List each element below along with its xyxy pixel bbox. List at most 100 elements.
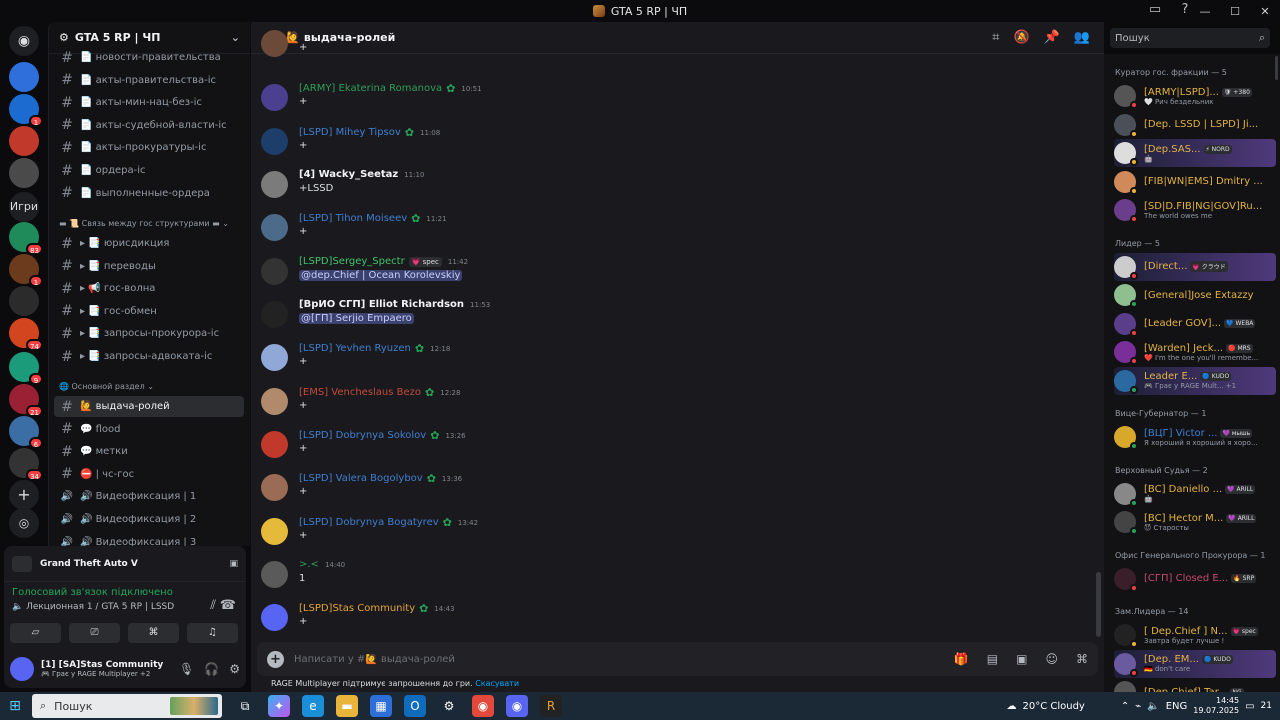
discord-taskbar-icon[interactable]: ◉ bbox=[506, 695, 528, 717]
server-icon[interactable]: 6 bbox=[9, 416, 43, 449]
member-item[interactable]: [СГП] Closed E... 🔥 SRP bbox=[1114, 565, 1276, 593]
avatar[interactable] bbox=[261, 604, 288, 631]
voice-channel[interactable]: 🔊 🔊 Видеофиксация | 1 bbox=[54, 486, 244, 507]
weather-widget[interactable]: ☁ 20°C Cloudy bbox=[1006, 701, 1084, 712]
voice-connected-label[interactable]: Голосовий зв'язок підключено bbox=[12, 587, 238, 598]
category-header[interactable]: 🌐 Основной раздел ⌄ bbox=[59, 382, 154, 391]
rage-mp-icon[interactable]: R bbox=[540, 695, 562, 717]
chat-message[interactable]: [LSPD] Dobrynya Bogatyrev ✿ 13:42 + bbox=[261, 516, 1081, 556]
chat-message[interactable]: [LSPD] Dobrynya Sokolov ✿ 13:26 + bbox=[261, 429, 1081, 469]
message-author[interactable]: [ARMY] Ekaterina Romanova bbox=[299, 83, 442, 94]
member-item[interactable]: [ Dep.Chief ] N... 💗 spec Завтра будет луч… bbox=[1114, 621, 1276, 649]
text-channel[interactable]: # 💬 flood bbox=[54, 419, 244, 440]
user-mention[interactable]: @dep.Chief | Ocean Korolevskiy bbox=[299, 270, 463, 281]
search-input[interactable] bbox=[1115, 32, 1259, 44]
maximize-button[interactable]: ☐ bbox=[1220, 5, 1250, 18]
member-item[interactable]: [General]Jose Extazzy bbox=[1114, 281, 1276, 309]
volume-icon[interactable]: 🔈 bbox=[1147, 701, 1159, 712]
discover-icon[interactable]: ◎ bbox=[9, 508, 39, 538]
cancel-link[interactable]: Скасувати bbox=[475, 679, 519, 688]
text-channel[interactable]: # ▸ 📑 гос-обмен bbox=[54, 301, 244, 322]
member-scrollbar[interactable] bbox=[1275, 56, 1278, 80]
emoji-icon[interactable]: ☺ bbox=[1045, 652, 1058, 666]
message-author[interactable]: [LSPD]Stas Community bbox=[299, 603, 415, 614]
text-channel[interactable]: # 📄 новости-правительства bbox=[54, 47, 244, 68]
server-icon[interactable]: 34 bbox=[9, 448, 43, 481]
chat-message[interactable]: [LSPD] Mihey Tipsov ✿ 11:08 + bbox=[261, 126, 1081, 166]
message-author[interactable]: [LSPD] Dobrynya Sokolov bbox=[299, 430, 426, 441]
member-item[interactable]: Leader E... 🔵 KUDO 🎮 Грає у RAGE Mult... +… bbox=[1114, 366, 1276, 395]
avatar[interactable] bbox=[261, 561, 288, 588]
server-icon[interactable] bbox=[9, 158, 39, 188]
member-item[interactable]: [Dep. LSSD | LSPD] Ji... bbox=[1114, 111, 1276, 139]
camera-button[interactable]: ▱ bbox=[10, 623, 61, 643]
text-channel[interactable]: # 📄 акты-судебной-власти-іс bbox=[54, 115, 244, 136]
member-item[interactable]: [BC] Daniello ... 💜 ARILL 🤖 bbox=[1114, 480, 1276, 508]
headphones-icon[interactable]: 🎧 bbox=[204, 662, 219, 676]
chrome-icon[interactable]: ◉ bbox=[472, 695, 494, 717]
copilot-icon[interactable]: ✦ bbox=[268, 695, 290, 717]
text-channel[interactable]: # ▸ 📑 переводы bbox=[54, 256, 244, 277]
avatar[interactable] bbox=[261, 431, 288, 458]
message-author[interactable]: >.< bbox=[299, 559, 319, 570]
member-item[interactable]: [FIB|WN|EMS] Dmitry ... bbox=[1114, 168, 1276, 196]
message-author[interactable]: [LSPD] Valera Bogolybov bbox=[299, 473, 423, 484]
member-item[interactable]: [Warden] Jeck... 🔴 MRS ❤️ I'm the one you'… bbox=[1114, 338, 1276, 366]
category-header[interactable]: ▬ 📜 Связь между гос структурами ▬ ⌄ bbox=[59, 219, 229, 228]
avatar[interactable] bbox=[261, 344, 288, 371]
avatar[interactable] bbox=[261, 214, 288, 241]
notifications-icon[interactable]: ▭ bbox=[1245, 701, 1254, 712]
chat-message[interactable]: + bbox=[261, 30, 1081, 84]
edge-icon[interactable]: e bbox=[302, 695, 324, 717]
windows-start-icon[interactable]: ⊞ bbox=[0, 698, 30, 714]
text-channel[interactable]: # 🙋 выдача-ролей bbox=[54, 396, 244, 417]
avatar[interactable] bbox=[261, 518, 288, 545]
text-channel[interactable]: # 📄 акты-правительства-іс bbox=[54, 70, 244, 91]
avatar[interactable] bbox=[261, 258, 288, 285]
discord-home-icon[interactable]: ◉ bbox=[9, 26, 39, 56]
user-mention[interactable]: @[ГП] Serjio Empaero bbox=[299, 313, 414, 324]
threads-icon[interactable]: ⌗ bbox=[992, 30, 999, 45]
server-icon[interactable]: 74 bbox=[9, 318, 43, 351]
current-user[interactable]: [1] [SA]Stas Community 🎮 Грає у RAGE Mul… bbox=[10, 654, 240, 684]
store-icon[interactable]: ▦ bbox=[370, 695, 392, 717]
add-server-icon[interactable]: + bbox=[9, 480, 39, 510]
server-icon[interactable]: 1 bbox=[9, 94, 43, 127]
avatar[interactable] bbox=[261, 128, 288, 155]
server-icon[interactable] bbox=[9, 62, 39, 92]
text-channel[interactable]: # ▸ 📢 гос-волна bbox=[54, 278, 244, 299]
server-icon[interactable] bbox=[9, 126, 39, 156]
activities-button[interactable]: ⌘ bbox=[128, 623, 179, 643]
text-channel[interactable]: # 📄 акты-мин-нац-без-іс bbox=[54, 92, 244, 113]
task-view-icon[interactable]: ⧉ bbox=[234, 695, 256, 717]
text-channel[interactable]: # 📄 акты-прокуратуры-іс bbox=[54, 137, 244, 158]
message-author[interactable]: [4] Wacky_Seetaz bbox=[299, 169, 398, 180]
file-explorer-icon[interactable]: ▬ bbox=[336, 695, 358, 717]
chat-message[interactable]: [LSPD] Yevhen Ryuzen ✿ 12:18 + bbox=[261, 342, 1081, 382]
soundboard-button[interactable]: ♫ bbox=[187, 623, 238, 643]
chat-message[interactable]: [ВрИО СГП] Elliot Richardson 11:53 @[ГП] S… bbox=[261, 299, 1081, 339]
member-list-icon[interactable]: 👥 bbox=[1074, 30, 1090, 45]
disconnect-icon[interactable]: ☎ bbox=[220, 598, 236, 613]
clock[interactable]: 14:45 19.07.2025 bbox=[1193, 696, 1239, 716]
pin-icon[interactable]: 📌 bbox=[1044, 30, 1060, 45]
chat-message[interactable]: [EMS] Vencheslaus Bezo ✿ 12:28 + bbox=[261, 386, 1081, 426]
inbox-icon[interactable]: ▭ bbox=[1146, 2, 1164, 20]
member-item[interactable]: [Dep. EM... 🔵 KUDO 🇩🇪 don't care bbox=[1114, 649, 1276, 678]
game-controller-icon[interactable]: ⌘ bbox=[1076, 652, 1088, 666]
gif-icon[interactable]: ▤ bbox=[987, 652, 998, 666]
voice-channel[interactable]: 🔊 🔊 Видеофиксация | 2 bbox=[54, 509, 244, 530]
avatar[interactable] bbox=[261, 30, 288, 57]
message-author[interactable]: [LSPD] Tihon Moiseev bbox=[299, 213, 407, 224]
voice-channel[interactable]: 🔊 🔊 Видеофиксация | 3 bbox=[54, 532, 244, 546]
text-channel[interactable]: # ▸ 📑 запросы-прокурора-іс bbox=[54, 323, 244, 344]
mute-bell-icon[interactable]: 🔕 bbox=[1013, 30, 1029, 45]
member-item[interactable]: [Leader GOV]... 💙 WEBA bbox=[1114, 310, 1276, 338]
chat-scrollbar[interactable] bbox=[1096, 572, 1101, 637]
chat-message[interactable]: [LSPD] Valera Bogolybov ✿ 13:36 + bbox=[261, 472, 1081, 512]
text-channel[interactable]: # 📄 ордера-іс bbox=[54, 160, 244, 181]
message-author[interactable]: [LSPD] Mihey Tipsov bbox=[299, 127, 401, 138]
avatar[interactable] bbox=[261, 301, 288, 328]
message-author[interactable]: [LSPD] Yevhen Ryuzen bbox=[299, 343, 411, 354]
message-author[interactable]: [EMS] Vencheslaus Bezo bbox=[299, 387, 421, 398]
